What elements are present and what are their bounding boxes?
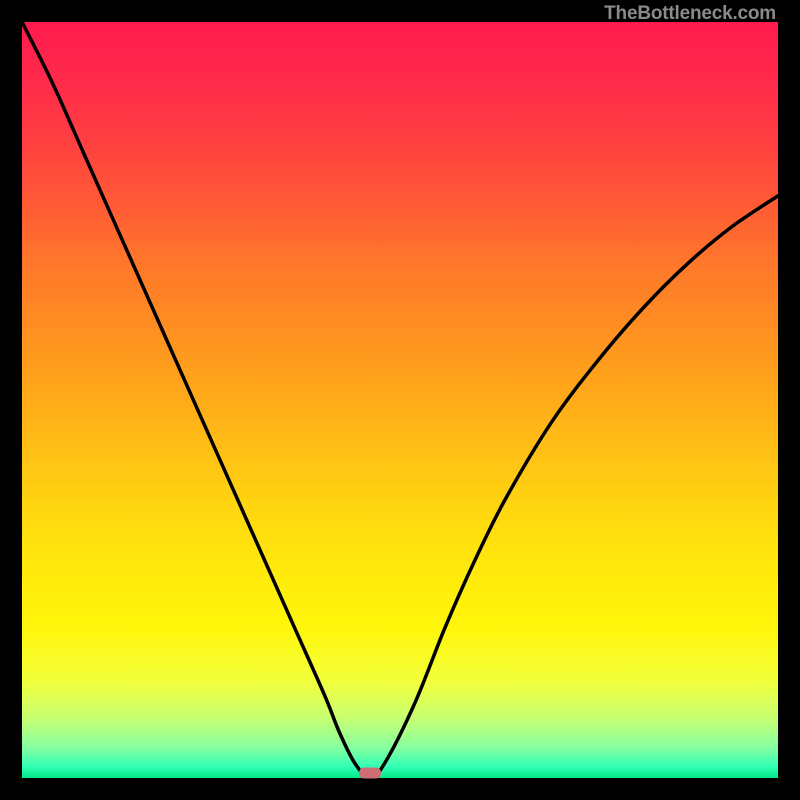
watermark-text: TheBottleneck.com [604, 3, 776, 25]
bottleneck-curve-line [22, 22, 778, 778]
chart-frame [22, 22, 778, 778]
bottleneck-curve-plot [22, 22, 778, 778]
minimum-point-marker [359, 768, 381, 779]
